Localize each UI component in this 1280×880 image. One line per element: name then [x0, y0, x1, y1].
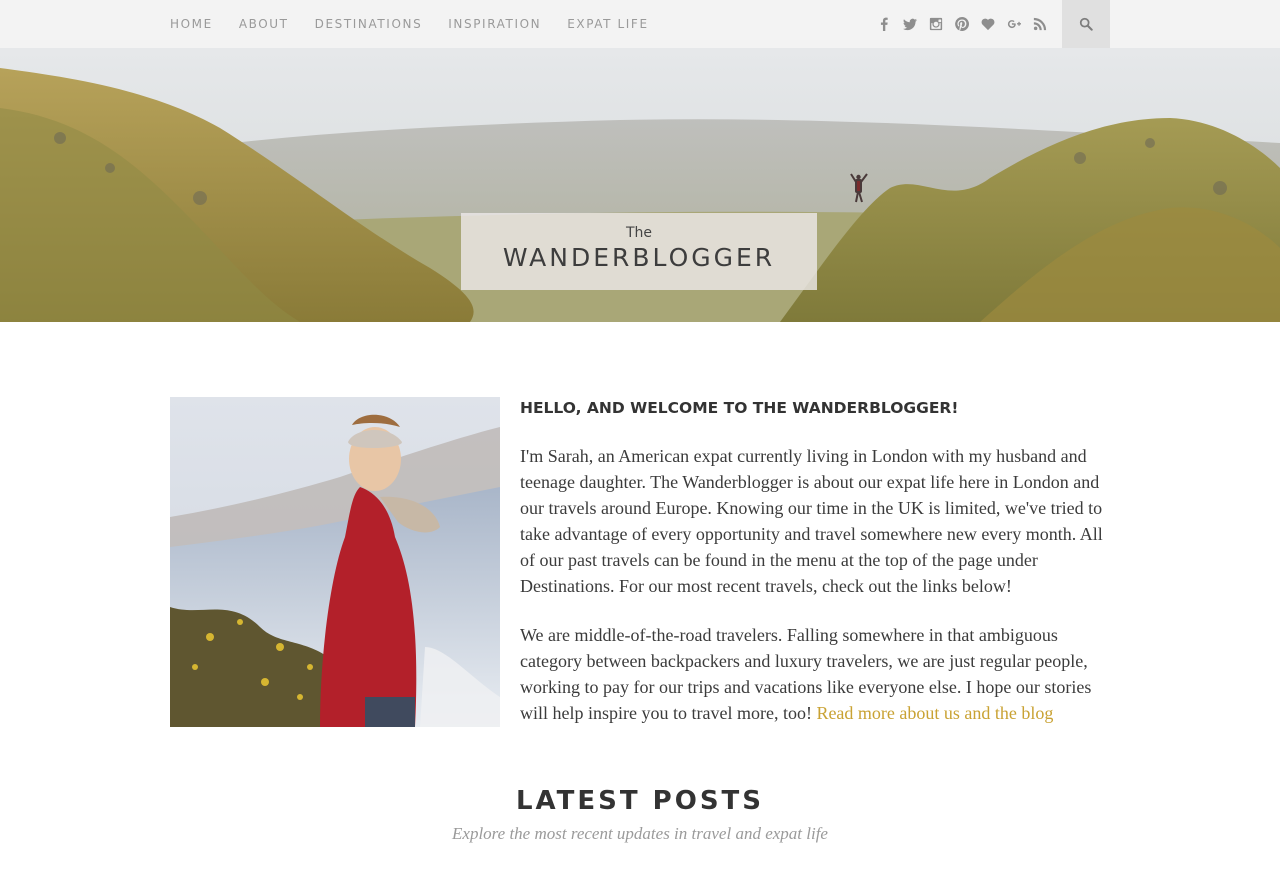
nav-item-destinations[interactable]: DESTINATIONS: [315, 17, 423, 31]
rss-icon[interactable]: [1032, 16, 1048, 32]
read-more-link[interactable]: Read more about us and the blog: [816, 703, 1053, 723]
about-section: HELLO, AND WELCOME TO THE WANDERBLOGGER!…: [520, 397, 1110, 726]
logo-the-text: The: [625, 225, 653, 241]
social-links: [876, 0, 1058, 48]
main-menu: HOME ABOUT DESTINATIONS INSPIRATION EXPA…: [170, 0, 675, 48]
nav-item-inspiration[interactable]: INSPIRATION: [448, 17, 541, 31]
instagram-icon[interactable]: [928, 16, 944, 32]
google-plus-icon[interactable]: [1006, 16, 1022, 32]
pinterest-icon[interactable]: [954, 16, 970, 32]
logo-main-text: WANDERBLOGGER: [502, 243, 776, 272]
twitter-icon[interactable]: [902, 16, 918, 32]
bloglovin-heart-icon[interactable]: [980, 16, 996, 32]
search-button[interactable]: [1062, 0, 1110, 48]
latest-posts-title: LATEST POSTS: [515, 786, 765, 816]
hero-banner: The WANDERBLOGGER: [0, 48, 1280, 322]
nav-item-expat-life[interactable]: EXPAT LIFE: [567, 17, 648, 31]
about-photo: [170, 397, 500, 727]
top-navigation-bar: HOME ABOUT DESTINATIONS INSPIRATION EXPA…: [0, 0, 1280, 48]
nav-item-about[interactable]: ABOUT: [239, 17, 289, 31]
search-icon: [1079, 17, 1093, 31]
about-paragraph-1: I'm Sarah, an American expat currently l…: [520, 446, 1103, 596]
nav-item-home[interactable]: HOME: [170, 17, 213, 31]
woman-by-sea-photo: [170, 397, 500, 727]
facebook-icon[interactable]: [876, 16, 892, 32]
latest-posts-subtitle: Explore the most recent updates in trave…: [452, 824, 828, 843]
site-logo[interactable]: The WANDERBLOGGER: [461, 213, 817, 290]
about-paragraph-2: We are middle-of-the-road travelers. Fal…: [520, 622, 1110, 726]
about-heading: HELLO, AND WELCOME TO THE WANDERBLOGGER!: [520, 399, 959, 417]
